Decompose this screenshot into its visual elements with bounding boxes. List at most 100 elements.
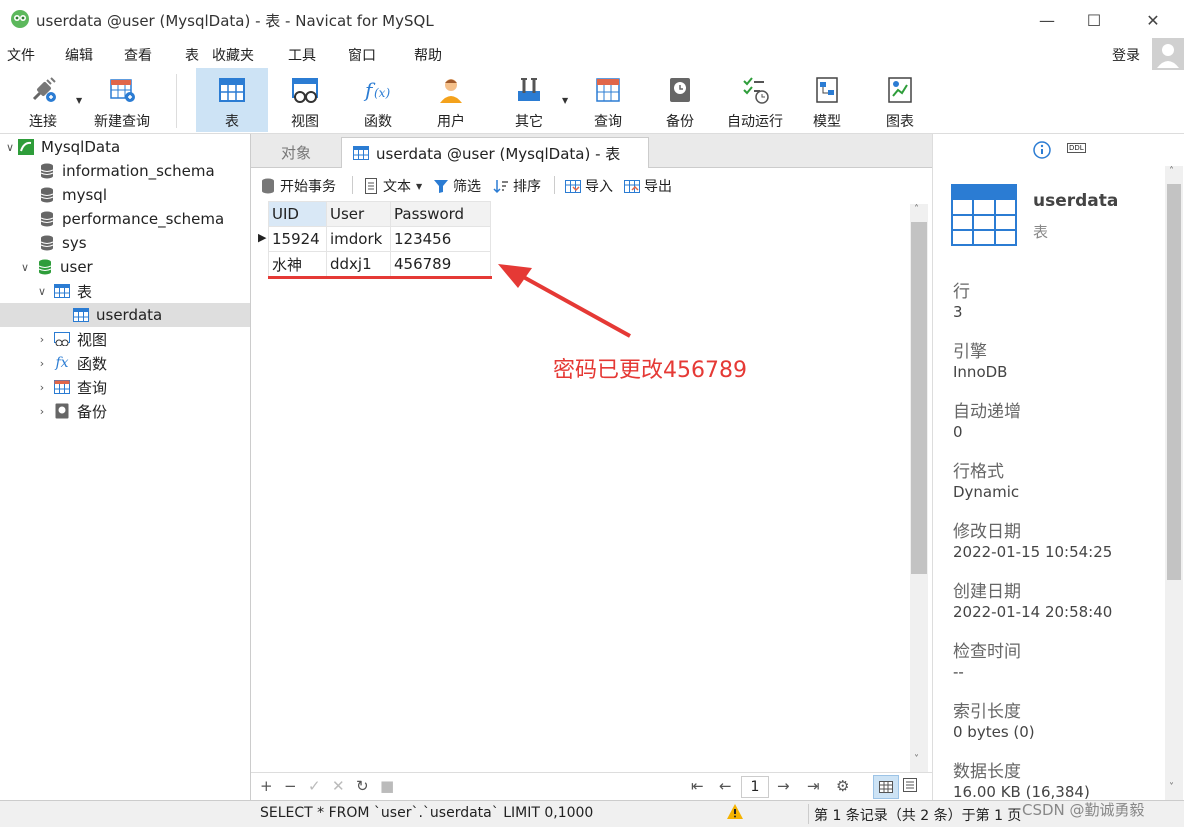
table-row[interactable]: 水神 ddxj1 456789: [268, 251, 491, 277]
view-tool-button[interactable]: 视图: [270, 68, 340, 132]
scrollbar-thumb[interactable]: [1167, 184, 1181, 580]
info-tab-general-icon[interactable]: [1033, 141, 1051, 163]
text-view-button[interactable]: 文本 ▼: [363, 176, 422, 196]
maximize-button[interactable]: ☐: [1071, 0, 1117, 40]
collapse-chevron-icon[interactable]: ∨: [18, 261, 32, 274]
tree-label: sys: [62, 234, 87, 252]
cell-uid[interactable]: 15924: [268, 226, 327, 252]
table-row[interactable]: 15924 imdork 123456: [268, 226, 491, 252]
cell-user[interactable]: imdork: [326, 226, 391, 252]
scrollbar-thumb[interactable]: [911, 222, 927, 574]
tree-node-backups[interactable]: › 备份: [0, 399, 250, 423]
login-link[interactable]: 登录: [1112, 45, 1140, 65]
add-record-icon[interactable]: +: [260, 777, 273, 795]
cell-password[interactable]: 123456: [390, 226, 491, 252]
backup-tool-button[interactable]: 备份: [645, 68, 715, 132]
function-tool-button[interactable]: f (x) 函数: [343, 68, 413, 132]
menu-file[interactable]: 文件: [7, 45, 35, 65]
cell-password[interactable]: 456789: [390, 251, 491, 277]
tab-objects[interactable]: 对象: [271, 137, 321, 168]
first-page-icon[interactable]: ⇤: [691, 777, 704, 795]
avatar[interactable]: [1152, 38, 1184, 70]
menu-edit[interactable]: 编辑: [65, 45, 93, 65]
scroll-down-icon[interactable]: ˅: [914, 754, 919, 765]
menu-table[interactable]: 表: [185, 45, 199, 65]
export-label: 导出: [644, 179, 672, 195]
import-button[interactable]: 导入: [565, 176, 613, 196]
next-page-icon[interactable]: →: [777, 777, 790, 795]
cell-uid[interactable]: 水神: [268, 251, 327, 277]
tree-db-performance-schema[interactable]: performance_schema: [0, 207, 250, 231]
info-vertical-scrollbar[interactable]: ˄ ˅: [1165, 166, 1183, 800]
column-header-uid[interactable]: UID: [268, 201, 327, 227]
tree-connection-mysqldata[interactable]: ∨ MysqlData: [0, 135, 250, 159]
delete-record-icon[interactable]: −: [284, 777, 297, 795]
refresh-icon[interactable]: ↻: [356, 777, 369, 795]
model-tool-button[interactable]: 模型: [792, 68, 862, 132]
tree-label: performance_schema: [62, 210, 225, 228]
menu-help[interactable]: 帮助: [414, 45, 442, 65]
cell-user[interactable]: ddxj1: [326, 251, 391, 277]
info-value-modified: 2022-01-15 10:54:25: [953, 543, 1113, 561]
export-button[interactable]: 导出: [624, 176, 672, 196]
prev-page-icon[interactable]: ←: [719, 777, 732, 795]
record-toolbar: + − ✓ ✕ ↻ ■ ⇤ ← 1 → ⇥ ⚙: [251, 772, 932, 800]
apply-changes-icon[interactable]: ✓: [308, 777, 321, 795]
new-query-button[interactable]: 新建查询: [86, 68, 158, 132]
tree-node-queries[interactable]: › 查询: [0, 375, 250, 399]
query-tool-button[interactable]: 查询: [573, 68, 643, 132]
automation-tool-button[interactable]: 自动运行: [718, 68, 792, 132]
tree-node-functions[interactable]: › fx 函数: [0, 351, 250, 375]
discard-changes-icon[interactable]: ✕: [332, 777, 345, 795]
chart-tool-button[interactable]: 图表: [865, 68, 935, 132]
filter-button[interactable]: 筛选: [433, 176, 481, 196]
close-button[interactable]: ✕: [1130, 0, 1176, 40]
table-tool-button[interactable]: 表: [196, 68, 268, 132]
warning-icon[interactable]: [726, 803, 744, 824]
form-view-button[interactable]: [903, 778, 917, 796]
expand-chevron-icon[interactable]: ›: [35, 381, 49, 394]
minimize-button[interactable]: —: [1024, 0, 1070, 40]
connect-dropdown-icon[interactable]: ▼: [76, 96, 82, 105]
stop-icon[interactable]: ■: [380, 777, 394, 795]
connect-button[interactable]: 连接: [8, 68, 78, 132]
tree-db-mysql[interactable]: mysql: [0, 183, 250, 207]
user-tool-button[interactable]: 用户: [416, 68, 486, 132]
expand-chevron-icon[interactable]: ›: [35, 405, 49, 418]
scroll-down-icon[interactable]: ˅: [1169, 782, 1174, 793]
expand-chevron-icon[interactable]: ›: [35, 333, 49, 346]
settings-gear-icon[interactable]: ⚙: [836, 777, 849, 795]
info-tab-ddl-icon[interactable]: DDL: [1067, 143, 1086, 153]
menu-tools[interactable]: 工具: [288, 45, 316, 65]
last-page-icon[interactable]: ⇥: [807, 777, 820, 795]
menu-view[interactable]: 查看: [124, 45, 152, 65]
tree-db-user[interactable]: ∨ user: [0, 255, 250, 279]
sort-button[interactable]: 排序: [493, 176, 541, 196]
menu-window[interactable]: 窗口: [348, 45, 376, 65]
column-header-user[interactable]: User: [326, 201, 391, 227]
tree-table-userdata[interactable]: userdata: [0, 303, 250, 327]
collapse-chevron-icon[interactable]: ∨: [3, 141, 17, 154]
tree-node-views[interactable]: › 视图: [0, 327, 250, 351]
other-tool-button[interactable]: 其它: [494, 68, 564, 132]
grid-vertical-scrollbar[interactable]: ˄ ˅: [910, 204, 928, 772]
tree-label: userdata: [96, 306, 163, 324]
user-tool-label: 用户: [437, 114, 465, 130]
menu-favorites[interactable]: 收藏夹: [212, 45, 254, 65]
page-number-input[interactable]: 1: [741, 776, 769, 798]
user-icon: [436, 75, 466, 105]
column-header-password[interactable]: Password: [390, 201, 491, 227]
scroll-up-icon[interactable]: ˄: [1169, 166, 1174, 177]
info-value-row-format: Dynamic: [953, 483, 1020, 501]
expand-chevron-icon[interactable]: ›: [35, 357, 49, 370]
begin-transaction-button[interactable]: 开始事务: [260, 176, 336, 196]
other-dropdown-icon[interactable]: ▼: [562, 96, 568, 105]
tree-db-information-schema[interactable]: information_schema: [0, 159, 250, 183]
scroll-up-icon[interactable]: ˄: [914, 204, 919, 215]
tree-node-tables[interactable]: ∨ 表: [0, 279, 250, 303]
tree-db-sys[interactable]: sys: [0, 231, 250, 255]
tab-userdata[interactable]: userdata @user (MysqlData) - 表: [341, 137, 649, 168]
info-label-engine: 引擎: [953, 342, 987, 362]
collapse-chevron-icon[interactable]: ∨: [35, 285, 49, 298]
grid-view-button[interactable]: [873, 775, 899, 799]
